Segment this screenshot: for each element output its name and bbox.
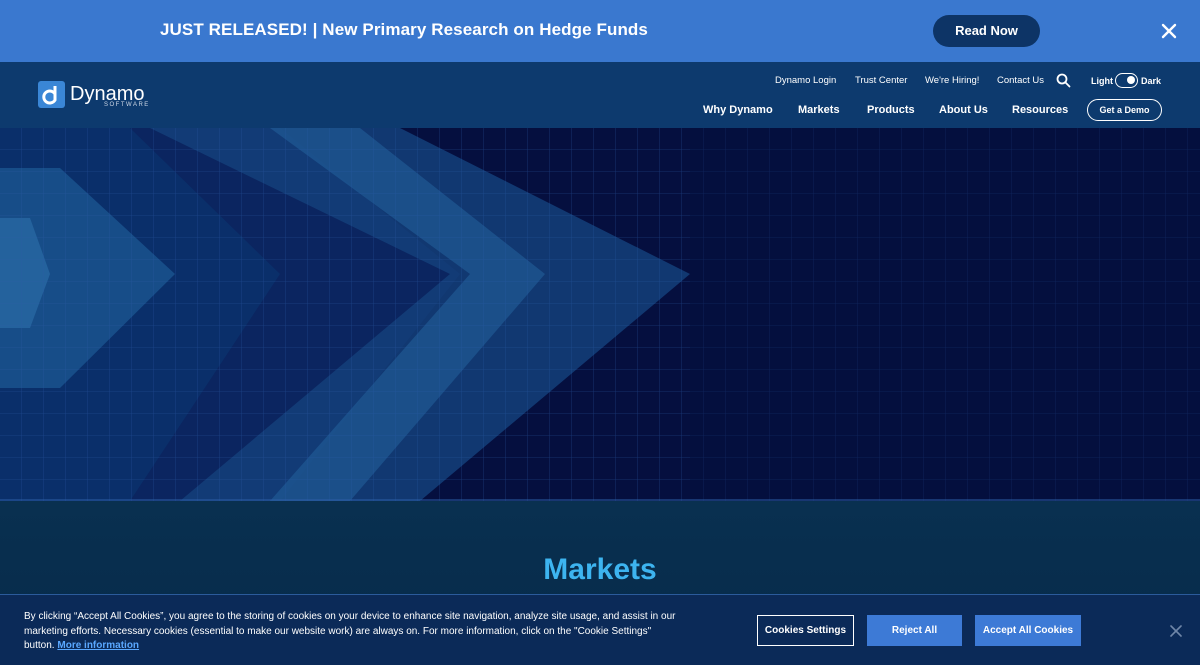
logo-mark-icon	[38, 81, 65, 108]
theme-dark-label: Dark	[1141, 76, 1162, 86]
close-icon[interactable]	[1170, 625, 1182, 637]
nav-resources[interactable]: Resources	[1012, 104, 1068, 116]
utility-link-contact[interactable]: Contact Us	[997, 75, 1044, 86]
logo-subtitle: SOFTWARE	[104, 102, 150, 108]
get-a-demo-button[interactable]: Get a Demo	[1087, 99, 1162, 121]
theme-toggle[interactable]	[1115, 73, 1138, 88]
utility-link-hiring[interactable]: We're Hiring!	[925, 75, 979, 86]
utility-link-login[interactable]: Dynamo Login	[775, 75, 836, 86]
hero-banner	[0, 128, 1200, 501]
accept-all-cookies-button[interactable]: Accept All Cookies	[975, 615, 1081, 646]
search-icon[interactable]	[1056, 73, 1071, 88]
site-header: Dynamo SOFTWARE	[0, 62, 1200, 128]
announcement-text: JUST RELEASED! | New Primary Research on…	[160, 20, 648, 39]
dynamo-logo[interactable]: Dynamo SOFTWARE	[38, 81, 148, 111]
section-title: Markets	[543, 553, 657, 586]
close-icon[interactable]	[1159, 21, 1179, 41]
reject-all-button[interactable]: Reject All	[867, 615, 962, 646]
cookie-text: By clicking “Accept All Cookies”, you ag…	[24, 610, 684, 654]
nav-why-dynamo[interactable]: Why Dynamo	[703, 104, 773, 116]
more-information-link[interactable]: More information	[57, 640, 139, 651]
announcement-bar: JUST RELEASED! | New Primary Research on…	[0, 0, 1200, 62]
theme-toggle-knob	[1127, 76, 1135, 84]
theme-light-label: Light	[1091, 76, 1113, 86]
hero-chevron-graphic	[0, 128, 1200, 501]
cookies-settings-button[interactable]: Cookies Settings	[757, 615, 854, 646]
read-now-button[interactable]: Read Now	[933, 15, 1040, 47]
nav-about-us[interactable]: About Us	[939, 104, 988, 116]
nav-products[interactable]: Products	[867, 104, 915, 116]
nav-markets[interactable]: Markets	[798, 104, 840, 116]
utility-link-trust-center[interactable]: Trust Center	[855, 75, 907, 86]
